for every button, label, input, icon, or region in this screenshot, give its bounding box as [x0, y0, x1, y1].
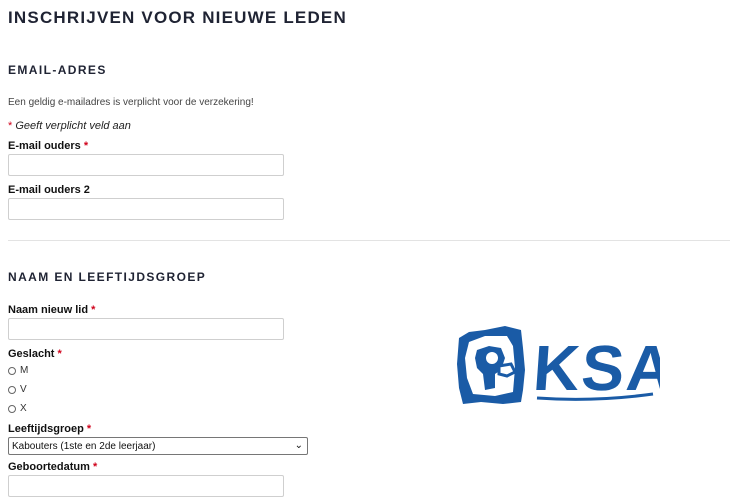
- radio-button[interactable]: [8, 366, 16, 375]
- geboortedatum-label: Geboortedatum *: [8, 461, 97, 473]
- email-intro-text: Een geldig e-mailadres is verplicht voor…: [8, 97, 254, 108]
- leeftijdsgroep-select[interactable]: Kabouters (1ste en 2de leerjaar) ⌄: [8, 437, 308, 455]
- section-divider: [8, 240, 730, 241]
- naam-input[interactable]: [8, 318, 284, 340]
- geboortedatum-label-text: Geboortedatum: [8, 461, 90, 473]
- ksa-logo: KSA: [457, 326, 660, 404]
- required-asterisk: *: [57, 348, 62, 360]
- geboortedatum-input[interactable]: [8, 475, 284, 497]
- naam-label: Naam nieuw lid *: [8, 304, 95, 316]
- section-heading-email: EMAIL-ADRES: [8, 63, 107, 77]
- radio-button[interactable]: [8, 385, 16, 394]
- logo-text: KSA: [531, 332, 660, 404]
- naam-label-text: Naam nieuw lid: [8, 304, 89, 316]
- radio-option-x[interactable]: X: [8, 403, 27, 414]
- required-asterisk: *: [8, 120, 13, 132]
- radio-button[interactable]: [8, 404, 16, 413]
- geslacht-label: Geslacht *: [8, 348, 62, 360]
- leeftijdsgroep-label-text: Leeftijdsgroep: [8, 423, 84, 435]
- logo-emblem-icon: [457, 326, 525, 404]
- required-note: * Geeft verplicht veld aan: [8, 120, 131, 132]
- select-value: Kabouters (1ste en 2de leerjaar): [12, 440, 156, 452]
- email-ouders-2-label: E-mail ouders 2: [8, 184, 90, 196]
- geslacht-label-text: Geslacht: [8, 348, 55, 360]
- radio-option-m[interactable]: M: [8, 365, 28, 376]
- required-asterisk: *: [86, 423, 92, 435]
- chevron-down-icon: ⌄: [294, 440, 303, 451]
- page-title: INSCHRIJVEN VOOR NIEUWE LEDEN: [8, 8, 347, 27]
- required-note-text: Geeft verplicht veld aan: [15, 120, 131, 132]
- section-heading-naam: NAAM EN LEEFTIJDSGROEP: [8, 270, 207, 284]
- email-ouders-input[interactable]: [8, 154, 284, 176]
- email-ouders-label-text: E-mail ouders: [8, 140, 81, 152]
- email-ouders-label: E-mail ouders *: [8, 140, 88, 152]
- required-asterisk: *: [92, 461, 98, 473]
- email-ouders-2-input[interactable]: [8, 198, 284, 220]
- radio-label: M: [20, 365, 29, 376]
- required-asterisk: *: [83, 140, 89, 152]
- leeftijdsgroep-label: Leeftijdsgroep *: [8, 423, 91, 435]
- radio-label: V: [20, 384, 27, 395]
- required-asterisk: *: [91, 304, 96, 316]
- radio-option-v[interactable]: V: [8, 384, 27, 395]
- radio-label: X: [20, 403, 27, 414]
